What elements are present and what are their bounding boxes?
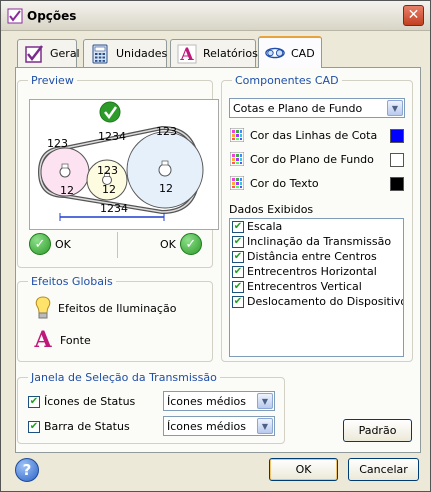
list-item[interactable]: ✔ Inclinação da Transmissão [230, 234, 403, 249]
checkbox-icon [25, 44, 43, 63]
global-effects-legend: Efeitos Globais [28, 275, 116, 288]
cancel-button-label: Cancelar [359, 463, 408, 476]
ok-button-label: OK [295, 463, 312, 476]
list-item[interactable]: ✔ Escala [230, 219, 403, 234]
status-icons-size-select[interactable]: Ícones médios ▼ [163, 391, 275, 411]
checkbox-checked[interactable]: ✔ [28, 395, 40, 408]
tab-unidades-label: Unidades [116, 47, 168, 60]
cad-components-legend: Componentes CAD [232, 74, 342, 87]
color-grid-icon [230, 152, 244, 166]
close-button[interactable]: ✕ [403, 5, 424, 26]
tab-relatorios[interactable]: A Relatórios [170, 39, 258, 67]
options-dialog: Opções ✕ Geral Unidades A Relatórios CAD [0, 0, 431, 492]
list-item[interactable]: ✔Deslocamento do Dispositivo Ten [230, 294, 403, 309]
tab-cad-label: CAD [291, 46, 315, 60]
lightbulb-icon [35, 296, 51, 319]
preview-ok-left[interactable]: ✓ OK [29, 233, 71, 255]
font-a-icon: A [34, 327, 52, 353]
checkbox-checked[interactable]: ✔ [232, 220, 244, 233]
checkbox-checked[interactable]: ✔ [28, 420, 40, 433]
status-bar-size-select[interactable]: Ícones médios ▼ [163, 416, 275, 436]
status-bar-label: Barra de Status [44, 420, 130, 433]
background-color-label: Cor do Plano de Fundo [250, 152, 374, 166]
font-a-icon: A [177, 44, 197, 64]
checkbox-checked[interactable]: ✔ [232, 265, 244, 278]
default-button[interactable]: Padrão [343, 419, 412, 442]
chevron-down-icon: ▼ [257, 418, 273, 434]
color-grid-icon [230, 176, 244, 190]
default-button-label: Padrão [358, 424, 397, 437]
preview-small-center-top: 123 [97, 164, 118, 177]
help-icon[interactable]: ? [15, 458, 39, 482]
cad-component-select-value: Cotas e Plano de Fundo [233, 101, 363, 115]
tab-cad[interactable]: CAD [258, 36, 322, 68]
text-color-swatch[interactable] [390, 177, 404, 191]
text-color-label: Cor do Texto [250, 176, 319, 190]
status-icons-size-value: Ícones médios [167, 394, 246, 408]
dimension-line-color-row[interactable]: Cor das Linhas de Cota [230, 128, 377, 142]
list-item-label: Entrecentros Vertical [247, 280, 362, 293]
preview-small-center: 12 [102, 183, 116, 196]
calculator-icon [92, 44, 108, 63]
status-bar-size-value: Ícones médios [167, 419, 246, 433]
color-grid-icon [230, 128, 244, 142]
preview-legend: Preview [28, 74, 77, 87]
window-title: Opções [27, 9, 77, 23]
status-icons-label: Ícones de Status [44, 395, 136, 408]
tab-geral-label: Geral [50, 47, 80, 60]
preview-ok-divider [117, 232, 118, 258]
cad-component-select[interactable]: Cotas e Plano de Fundo ▼ [229, 98, 405, 118]
cancel-button[interactable]: Cancelar [348, 458, 419, 481]
font-label: Fonte [60, 333, 91, 347]
title-bar: Opções ✕ [1, 1, 430, 31]
checkbox-checked[interactable]: ✔ [232, 235, 244, 248]
preview-canvas: 123 1234 123 12 123 12 12 1234 [29, 99, 219, 230]
chevron-down-icon: ▼ [387, 100, 403, 116]
list-item[interactable]: ✔ Entrecentros Vertical [230, 279, 403, 294]
font-item[interactable]: A Fonte [32, 327, 91, 353]
status-icons-checkbox[interactable]: ✔ Ícones de Status [28, 395, 135, 408]
preview-ok-right-label: OK [160, 237, 176, 251]
preview-small-left: 12 [60, 184, 74, 197]
checkbox-checked[interactable]: ✔ [232, 280, 244, 293]
check-circle-icon: ✓ [29, 233, 51, 255]
tab-geral[interactable]: Geral [17, 39, 80, 67]
preview-bottom-dim: 1234 [100, 202, 128, 215]
list-item[interactable]: ✔ Entrecentros Horizontal [230, 264, 403, 279]
preview-dim-top-left: 123 [47, 137, 68, 150]
lighting-effects-label: Efeitos de Iluminação [58, 301, 177, 315]
list-item-label: Distância entre Centros [247, 250, 377, 263]
list-item-label: Escala [247, 220, 283, 233]
check-circle-icon: ✓ [179, 233, 202, 255]
displayed-data-label: Dados Exibidos [229, 203, 314, 216]
svg-text:A: A [179, 45, 194, 64]
chevron-down-icon: ▼ [257, 393, 273, 409]
belt-drive-icon [265, 47, 285, 59]
lighting-effects-item[interactable]: Efeitos de Iluminação [34, 296, 176, 320]
transmission-window-legend: Janela de Seleção da Transmissão [28, 371, 220, 384]
checkbox-checked[interactable]: ✔ [232, 250, 244, 263]
preview-small-right: 12 [159, 182, 173, 195]
displayed-data-list[interactable]: ✔ Escala ✔ Inclinação da Transmissão ✔ Dist… [229, 218, 404, 357]
status-bar-checkbox[interactable]: ✔ Barra de Status [28, 420, 130, 433]
tab-relatorios-label: Relatórios [203, 47, 258, 60]
dimension-line-color-swatch[interactable] [390, 129, 404, 143]
list-item[interactable]: ✔ Distância entre Centros [230, 249, 403, 264]
list-item-label: Deslocamento do Dispositivo Ten [247, 295, 404, 308]
text-color-row[interactable]: Cor do Texto [230, 176, 319, 190]
dimension-line-color-label: Cor das Linhas de Cota [250, 128, 378, 142]
preview-dim-top-right: 123 [156, 125, 177, 138]
preview-ok-left-label: OK [55, 237, 71, 251]
preview-dim-top-center: 1234 [98, 130, 126, 143]
tab-unidades[interactable]: Unidades [83, 39, 167, 67]
list-item-label: Inclinação da Transmissão [247, 235, 392, 248]
list-item-label: Entrecentros Horizontal [247, 265, 377, 278]
background-color-row[interactable]: Cor do Plano de Fundo [230, 152, 374, 166]
checkbox-checked[interactable]: ✔ [232, 295, 244, 308]
cad-tab-panel: Preview 123 1234 123 12 123 12 12 1234 ✓… [15, 67, 421, 453]
preview-ok-right[interactable]: OK ✓ [160, 233, 202, 255]
checkbox-app-icon [7, 8, 23, 24]
ok-button[interactable]: OK [269, 458, 338, 481]
background-color-swatch[interactable] [390, 153, 404, 167]
